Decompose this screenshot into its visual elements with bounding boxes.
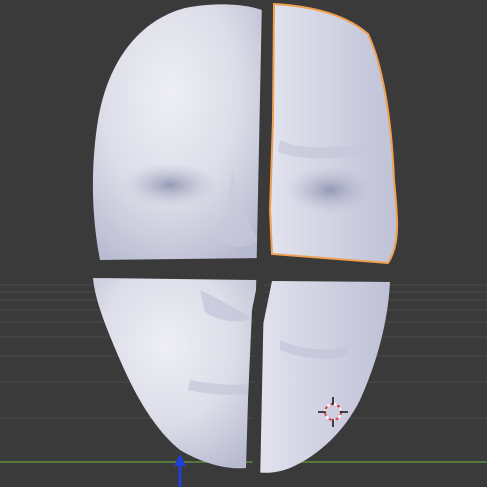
cut-gap-horizontal bbox=[79, 263, 401, 277]
face-piece-bottom-right[interactable] bbox=[256, 281, 390, 473]
face-piece-bottom-left[interactable] bbox=[93, 278, 258, 469]
face-piece-top-right[interactable] bbox=[268, 2, 399, 265]
3d-viewport[interactable] bbox=[0, 0, 487, 487]
viewport-canvas[interactable] bbox=[0, 0, 487, 487]
z-axis-arrow-icon bbox=[174, 454, 186, 487]
face-piece-top-left[interactable] bbox=[92, 4, 263, 260]
